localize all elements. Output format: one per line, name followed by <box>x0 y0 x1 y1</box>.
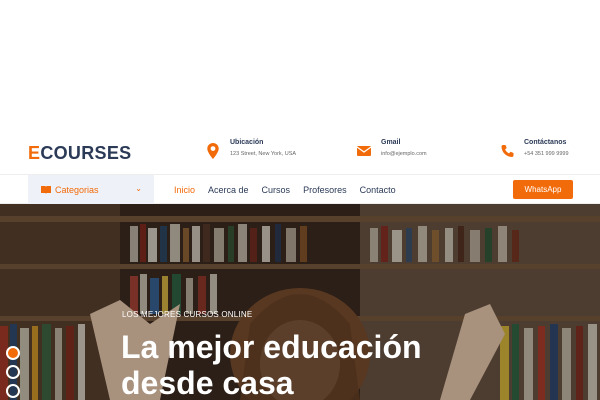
categories-dropdown[interactable]: Categorias ⌄ <box>28 175 154 204</box>
contact-location: Ubicación 123 Street, New York, USA <box>206 139 296 159</box>
hero-banner: LOS MEJORES CURSOS ONLINE La mejor educa… <box>0 204 600 400</box>
main-navbar: Categorias ⌄ Inicio Acerca de Cursos Pro… <box>0 174 600 204</box>
book-icon <box>41 186 51 194</box>
nav-menu: Inicio Acerca de Cursos Profesores Conta… <box>174 175 396 204</box>
carousel-dot[interactable] <box>6 365 20 379</box>
page: ECOURSES Ubicación 123 Street, New York, … <box>0 0 600 400</box>
phone-icon <box>501 145 514 157</box>
nav-item-contacto[interactable]: Contacto <box>360 185 396 195</box>
carousel-indicators <box>6 346 20 400</box>
chevron-down-icon: ⌄ <box>135 184 142 193</box>
top-header: ECOURSES Ubicación 123 Street, New York, … <box>0 130 600 174</box>
hero-title: La mejor educación desde casa <box>121 329 422 400</box>
logo-text: COURSES <box>40 143 132 163</box>
contact-text: info@ejemplo.com <box>381 151 427 157</box>
contact-title: Contáctanos <box>524 139 567 146</box>
nav-item-cursos[interactable]: Cursos <box>262 185 291 195</box>
brand-logo[interactable]: ECOURSES <box>28 143 131 164</box>
contact-title: Ubicación <box>230 139 264 146</box>
contact-text: 123 Street, New York, USA <box>230 151 297 157</box>
carousel-dot[interactable] <box>6 384 20 398</box>
contact-title: Gmail <box>381 139 401 146</box>
logo-letter: E <box>28 143 41 163</box>
nav-item-inicio[interactable]: Inicio <box>174 185 195 195</box>
categories-label: Categorias <box>55 184 99 195</box>
location-pin-icon <box>207 143 219 159</box>
envelope-icon <box>357 146 371 156</box>
carousel-dot[interactable] <box>6 346 20 360</box>
whatsapp-button[interactable]: WhatsApp <box>513 180 573 199</box>
contact-text: +54 351 999 9999 <box>524 151 569 157</box>
hero-subtitle: LOS MEJORES CURSOS ONLINE <box>122 310 253 319</box>
contact-phone: Contáctanos +54 351 999 9999 <box>500 139 569 159</box>
nav-item-profesores[interactable]: Profesores <box>303 185 347 195</box>
contact-email: Gmail info@ejemplo.com <box>357 139 427 159</box>
nav-item-acerca[interactable]: Acerca de <box>208 185 249 195</box>
